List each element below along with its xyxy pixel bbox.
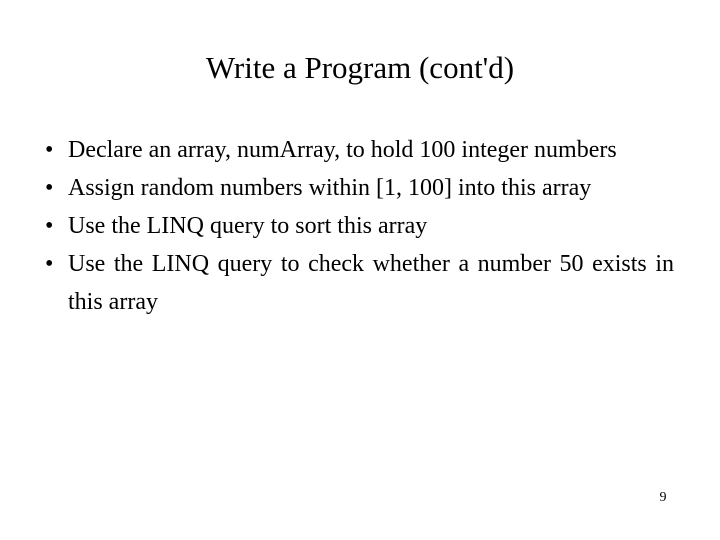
list-item-label: Assign random numbers within [1, 100] in…	[68, 175, 592, 201]
bullet-point-icon: •	[45, 251, 54, 277]
list-item-label: Use the LINQ query to check whether a nu…	[68, 251, 674, 315]
bullet-list: • Declare an array, numArray, to hold 10…	[44, 131, 674, 321]
list-item: • Use the LINQ query to sort this array	[44, 207, 674, 245]
bullet-point-icon: •	[45, 137, 54, 163]
list-item-label: Use the LINQ query to sort this array	[68, 213, 428, 239]
slide-body: • Declare an array, numArray, to hold 10…	[44, 131, 674, 321]
slide-canvas: Write a Program (cont'd) • Declare an ar…	[0, 0, 720, 540]
list-item: • Assign random numbers within [1, 100] …	[44, 169, 674, 207]
bullet-point-icon: •	[45, 213, 54, 239]
list-item: • Use the LINQ query to check whether a …	[44, 245, 674, 321]
page-title: Write a Program (cont'd)	[205, 50, 515, 85]
list-item-label: Declare an array, numArray, to hold 100 …	[68, 137, 617, 163]
list-item: • Declare an array, numArray, to hold 10…	[44, 131, 674, 169]
page-number: 9	[659, 490, 667, 505]
bullet-point-icon: •	[45, 175, 54, 201]
